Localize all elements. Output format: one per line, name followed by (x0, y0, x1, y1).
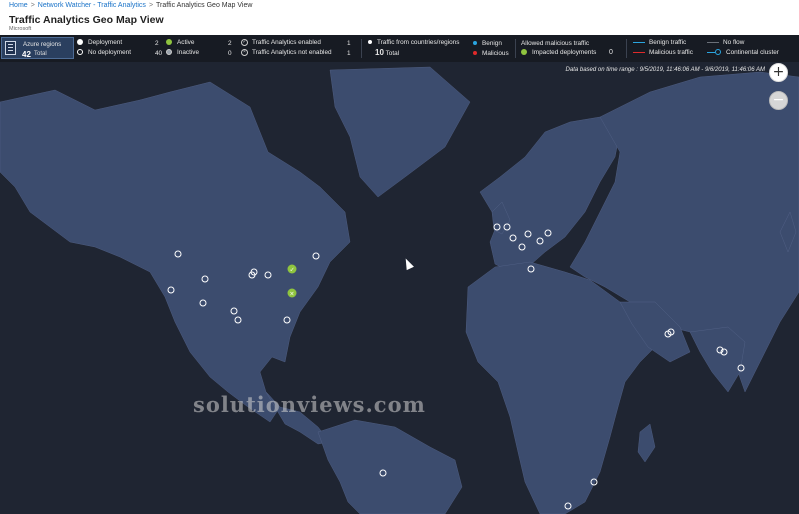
legend-no-flow[interactable]: No flow (707, 39, 744, 46)
ta-not-enabled-count: 1 (347, 50, 351, 57)
geo-map[interactable]: ✓ × Data based on time range : 9/5/2019,… (0, 62, 799, 514)
watermark: solutionviews.com (193, 392, 426, 417)
landmass-greenland (329, 66, 471, 198)
active-count: 2 (228, 40, 232, 47)
check-circle-icon: ✓ (241, 39, 248, 46)
deployment-count: 2 (155, 40, 159, 47)
traffic-from-label: Traffic from countries/regions (377, 39, 460, 46)
divider (515, 39, 516, 58)
impacted-circle-icon (521, 49, 527, 56)
legend-ta-enabled[interactable]: ✓ Traffic Analytics enabled (241, 39, 321, 46)
breadcrumb-separator: > (30, 2, 35, 9)
hollow-circle-icon (77, 49, 83, 56)
legend-no-deployment[interactable]: No deployment (77, 49, 131, 56)
cross-icon: × (289, 290, 294, 297)
grey-line-icon (707, 41, 719, 43)
traffic-from-count: 10 (375, 48, 384, 57)
benign-dot-icon (473, 41, 477, 46)
breadcrumb-home-link[interactable]: Home (9, 2, 28, 9)
deployment-label: Deployment (88, 39, 123, 46)
ta-enabled-count: 1 (347, 40, 351, 47)
legend-deployment[interactable]: Deployment (77, 39, 122, 46)
time-range-label: Data based on time range : 9/5/2019, 11:… (565, 67, 765, 73)
landmass-south-america (317, 419, 463, 514)
continental-cluster-label: Continental cluster (726, 49, 779, 56)
check-icon: ✓ (290, 266, 295, 273)
allowed-malicious-label: Allowed malicious traffic (521, 40, 590, 47)
azure-regions-label: Azure regions (23, 41, 62, 48)
page-subtitle: Microsoft (9, 26, 32, 32)
active-label: Active (177, 39, 195, 46)
no-flow-label: No flow (723, 39, 745, 46)
no-deployment-count: 40 (155, 50, 163, 57)
legend-traffic-from: Traffic from countries/regions (368, 39, 459, 46)
zoom-out-button[interactable]: − (769, 91, 788, 110)
impacted-count: 0 (609, 49, 613, 56)
divider (626, 39, 627, 58)
malicious-traffic-label: Malicious traffic (649, 49, 693, 56)
inactive-circle-icon (166, 49, 172, 56)
ta-enabled-label: Traffic Analytics enabled (252, 39, 321, 47)
inactive-label: Inactive (177, 49, 200, 56)
no-deployment-label: No deployment (88, 49, 131, 56)
legend-malicious[interactable]: Malicious (473, 50, 509, 57)
page-title: Traffic Analytics Geo Map View (9, 14, 164, 26)
legend-benign-traffic[interactable]: Benign traffic (633, 39, 686, 46)
malicious-dot-icon (473, 51, 477, 56)
breadcrumb: Home > Network Watcher - Traffic Analytics… (9, 2, 252, 9)
red-line-icon (633, 51, 645, 53)
zoom-in-button[interactable]: + (769, 63, 788, 82)
azure-regions-total-label: Total (34, 51, 47, 57)
filled-circle-icon (77, 39, 83, 46)
legend-malicious-traffic[interactable]: Malicious traffic (633, 49, 693, 56)
breadcrumb-parent-link[interactable]: Network Watcher - Traffic Analytics (38, 2, 146, 9)
legend-continental-cluster[interactable]: Continental cluster (707, 49, 779, 56)
inactive-count: 0 (228, 50, 232, 57)
ta-not-enabled-label: Traffic Analytics not enabled (252, 49, 332, 57)
landmass-north-america (0, 81, 351, 423)
azure-regions-count: 42 (22, 50, 31, 59)
breadcrumb-separator: > (148, 2, 154, 9)
traffic-from-total-label: Total (385, 50, 400, 57)
benign-traffic-label: Benign traffic (649, 39, 687, 46)
impacted-label: Impacted deployments (532, 49, 597, 56)
traffic-from-total: 10 Total (375, 48, 399, 57)
legend-bar: Azure regions 42 Total Deployment 2 No d… (0, 35, 799, 62)
divider (361, 39, 362, 58)
blue-line-icon (633, 41, 645, 43)
small-dot-icon (368, 40, 372, 45)
legend-impacted[interactable]: Impacted deployments (521, 49, 596, 56)
cross-circle-icon: × (241, 49, 248, 56)
landmass-madagascar (637, 423, 656, 463)
landmass-india (689, 326, 746, 393)
benign-label: Benign (482, 40, 502, 47)
legend-ta-not-enabled[interactable]: × Traffic Analytics not enabled (241, 49, 332, 56)
cluster-line-icon (707, 51, 715, 53)
active-circle-icon (166, 39, 172, 46)
malicious-label: Malicious (482, 50, 509, 57)
page-header: Home > Network Watcher - Traffic Analytics… (0, 0, 799, 35)
legend-active[interactable]: Active (166, 39, 194, 46)
breadcrumb-current: Traffic Analytics Geo Map View (156, 2, 253, 9)
list-icon (5, 41, 16, 55)
azure-regions-summary[interactable]: Azure regions 42 Total (1, 37, 74, 59)
world-map[interactable]: ✓ × (0, 62, 799, 514)
cluster-circle-icon (715, 49, 721, 56)
legend-benign[interactable]: Benign (473, 40, 502, 47)
legend-inactive[interactable]: Inactive (166, 49, 199, 56)
